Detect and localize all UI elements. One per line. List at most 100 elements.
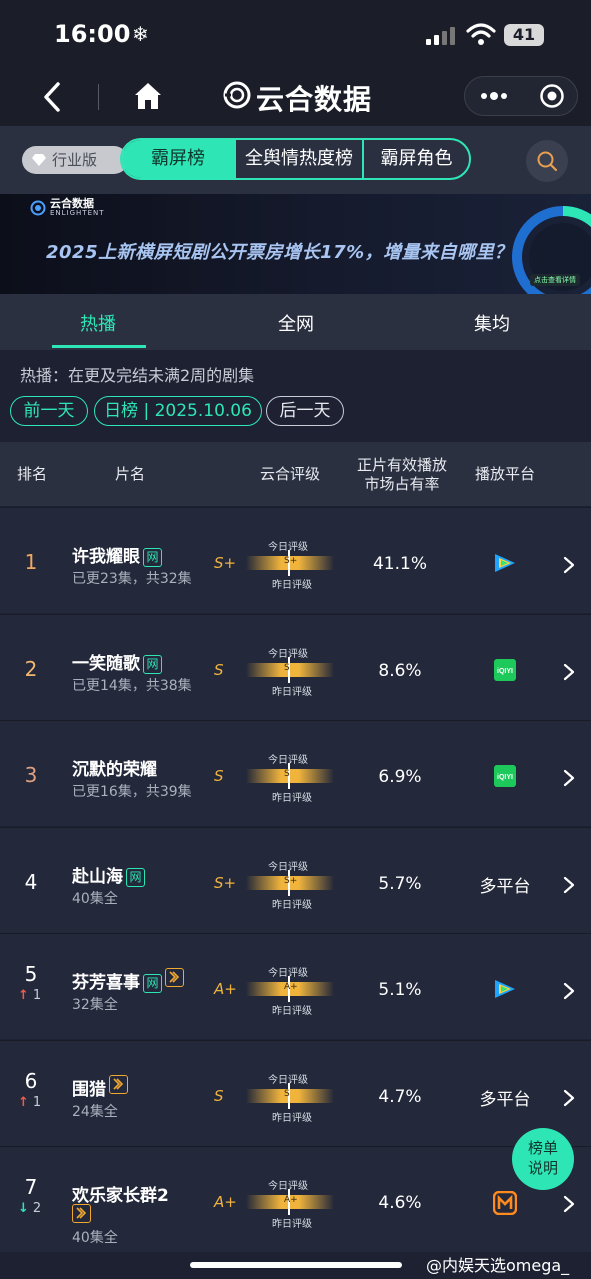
drama-title[interactable]: 赴山海网 bbox=[72, 862, 145, 887]
date-navigation: 前一天 日榜 | 2025.10.06 后一天 bbox=[0, 396, 591, 428]
web-drama-badge: 网 bbox=[126, 868, 145, 887]
main-tabs: 热播 全网 集均 bbox=[0, 294, 591, 350]
rank-up-arrow-icon: ↑ bbox=[18, 1095, 29, 1110]
table-row[interactable]: 1 许我耀眼网已更23集，共32集 S+ S+ 今日评级 昨日评级 41.1% bbox=[0, 507, 591, 613]
today-rating-label: 今日评级 bbox=[268, 755, 308, 766]
rating-grade: S+ bbox=[214, 874, 237, 892]
promo-banner[interactable]: 云合数据 ENLIGHTENT 2025上新横屏短剧公开票房增长17%，增量来自… bbox=[0, 194, 591, 294]
prev-day-button[interactable]: 前一天 bbox=[10, 396, 88, 426]
industry-version-button[interactable]: 行业版 bbox=[22, 146, 128, 174]
rating-scale: S+ 今日评级 昨日评级 bbox=[246, 536, 334, 592]
svg-text:iQIYI: iQIYI bbox=[497, 668, 513, 675]
rating-scale: S 今日评级 昨日评级 bbox=[246, 1069, 334, 1125]
rank-change-value: 1 bbox=[32, 988, 42, 1003]
nav-separator bbox=[98, 84, 99, 110]
rank-up-arrow-icon: ↑ bbox=[18, 988, 29, 1003]
current-date-button[interactable]: 日榜 | 2025.10.06 bbox=[94, 396, 262, 426]
market-share-value: 5.1% bbox=[378, 980, 422, 1000]
ranking-description: 热播：在更及完结未满2周的剧集 bbox=[20, 366, 255, 385]
yesterday-rating-label: 昨日评级 bbox=[272, 793, 312, 804]
chevron-right-icon[interactable] bbox=[562, 663, 576, 681]
table-row[interactable]: 4 赴山海网 40集全 S+ S+ 今日评级 昨日评级 5.7% 多平台 bbox=[0, 827, 591, 933]
today-rating-label: 今日评级 bbox=[268, 1181, 308, 1192]
drama-title-text: 赴山海 bbox=[72, 867, 123, 887]
episode-info: 40集全 bbox=[72, 1230, 118, 1246]
footer-watermark: @内娱天选omega_ bbox=[426, 1256, 570, 1275]
chevron-right-icon[interactable] bbox=[562, 982, 576, 1000]
more-icon[interactable] bbox=[479, 85, 511, 107]
episode-info: 32集全 bbox=[72, 997, 118, 1013]
table-row[interactable]: 2 一笑随歌网已更14集，共38集 S S 今日评级 昨日评级 8.6% iQIYI bbox=[0, 614, 591, 720]
table-row[interactable]: 6 ↑ 1 围猎 24集全 S S 今日评级 昨日评级 4.7% 多平台 bbox=[0, 1040, 591, 1146]
chevron-right-icon[interactable] bbox=[562, 876, 576, 894]
ranking-type-tabs: 霸屏榜 全舆情热度榜 霸屏角色 bbox=[120, 138, 471, 180]
search-button[interactable] bbox=[526, 140, 568, 182]
home-icon[interactable] bbox=[132, 80, 164, 112]
today-rating-label: 今日评级 bbox=[268, 1075, 308, 1086]
today-rating-label: 今日评级 bbox=[268, 968, 308, 979]
market-share-value: 6.9% bbox=[378, 767, 422, 787]
chevron-right-icon[interactable] bbox=[562, 769, 576, 787]
rating-scale: S 今日评级 昨日评级 bbox=[246, 749, 334, 805]
svg-text:iQIYI: iQIYI bbox=[497, 774, 513, 781]
drama-title-text: 欢乐家长群2 bbox=[72, 1186, 169, 1206]
tab-all-network[interactable]: 全网 bbox=[278, 310, 314, 336]
yesterday-rating-label: 昨日评级 bbox=[272, 1219, 312, 1230]
chevron-right-icon[interactable] bbox=[562, 1195, 576, 1213]
banner-logo-icon bbox=[30, 200, 46, 216]
nav-bar: 云合数据 bbox=[0, 70, 591, 126]
table-row[interactable]: 7 ↓ 2 欢乐家长群2 40集全 A+ A+ 今日评级 昨日评级 4.6% bbox=[0, 1146, 591, 1252]
back-icon[interactable] bbox=[38, 80, 68, 114]
header-platform: 播放平台 bbox=[474, 465, 535, 483]
drama-title[interactable]: 一笑随歌网 bbox=[72, 649, 162, 674]
tab-screen-dominance[interactable]: 霸屏榜 bbox=[122, 140, 236, 178]
rating-scale: A+ 今日评级 昨日评级 bbox=[246, 962, 334, 1018]
ranking-help-button[interactable]: 榜单 说明 bbox=[512, 1128, 574, 1190]
episode-info: 已更23集，共32集 bbox=[72, 571, 192, 587]
header-rank: 排名 bbox=[16, 465, 47, 483]
table-row[interactable]: 3 沉默的荣耀 已更16集，共39集 S S 今日评级 昨日评级 6.9% iQIYI bbox=[0, 720, 591, 826]
help-line2: 说明 bbox=[527, 1159, 558, 1177]
rating-scale-grade: S bbox=[284, 1089, 290, 1099]
enlightent-logo-icon bbox=[223, 81, 251, 109]
rank-change: ↑ 1 bbox=[18, 1095, 41, 1110]
market-share-value: 8.6% bbox=[378, 661, 422, 681]
rating-scale-grade: A+ bbox=[284, 1195, 298, 1205]
close-miniapp-icon[interactable] bbox=[539, 83, 565, 109]
next-day-button[interactable]: 后一天 bbox=[266, 396, 344, 426]
drama-title[interactable]: 许我耀眼网 bbox=[72, 542, 162, 567]
tab-screen-roles[interactable]: 霸屏角色 bbox=[364, 140, 469, 178]
help-line1: 榜单 bbox=[527, 1139, 558, 1157]
episode-info: 已更14集，共38集 bbox=[72, 678, 192, 694]
rating-scale: S+ 今日评级 昨日评级 bbox=[246, 856, 334, 912]
market-share-value: 5.7% bbox=[378, 874, 422, 894]
chevron-right-icon[interactable] bbox=[562, 556, 576, 574]
drama-title[interactable]: 围猎 bbox=[72, 1075, 128, 1100]
table-row[interactable]: 5 ↑ 1 芬芳喜事网 32集全 A+ A+ 今日评级 昨日评级 5.1% bbox=[0, 933, 591, 1039]
tab-public-opinion-heat[interactable]: 全舆情热度榜 bbox=[236, 140, 364, 178]
platform-text: 多平台 bbox=[479, 1090, 531, 1110]
rank-number: 2 bbox=[24, 657, 38, 681]
status-time: 16:00 bbox=[54, 20, 131, 48]
drama-title[interactable]: 沉默的荣耀 bbox=[72, 755, 157, 780]
header-share-line1: 正片有效播放 bbox=[356, 456, 447, 474]
tab-hot[interactable]: 热播 bbox=[80, 310, 116, 336]
drama-title-text: 芬芳喜事 bbox=[72, 973, 140, 993]
rating-grade: S bbox=[214, 767, 224, 785]
drama-title-text: 一笑随歌 bbox=[72, 654, 140, 674]
search-icon bbox=[537, 151, 558, 172]
yesterday-rating-label: 昨日评级 bbox=[272, 687, 312, 698]
header-title: 片名 bbox=[114, 465, 145, 483]
drama-title-text: 许我耀眼 bbox=[72, 547, 140, 567]
today-rating-label: 今日评级 bbox=[268, 542, 308, 553]
page-title: 云合数据 bbox=[256, 83, 373, 116]
tab-per-episode[interactable]: 集均 bbox=[474, 310, 510, 336]
drama-title[interactable]: 芬芳喜事网 bbox=[72, 968, 184, 993]
drama-title[interactable]: 欢乐家长群2 bbox=[72, 1181, 169, 1206]
chevron-right-icon[interactable] bbox=[562, 1089, 576, 1107]
rating-scale-bar bbox=[246, 769, 334, 783]
rating-scale-grade: S+ bbox=[284, 556, 298, 566]
drama-title-text: 沉默的荣耀 bbox=[72, 760, 157, 780]
rating-scale-bar bbox=[246, 1089, 334, 1103]
tencent-video-icon bbox=[470, 552, 540, 579]
